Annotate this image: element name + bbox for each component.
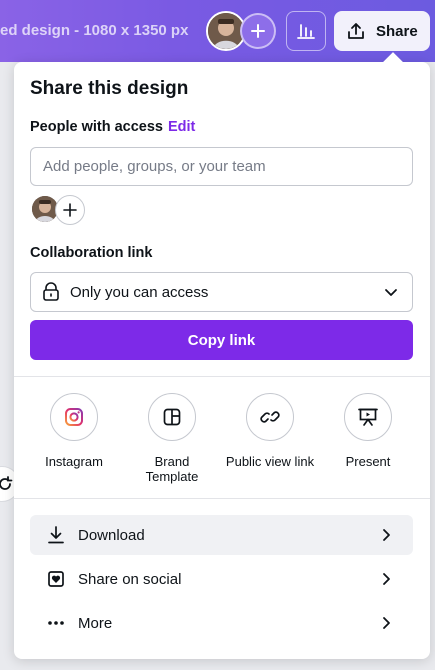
share-option-brand-template[interactable]: Brand Template [127, 393, 217, 484]
share-option-label: Public view link [225, 454, 315, 469]
present-icon-button[interactable] [344, 393, 392, 441]
plus-icon [63, 203, 77, 217]
avatar-icon [208, 13, 244, 49]
share-option-label: Brand Template [145, 454, 199, 484]
add-people-input[interactable] [30, 147, 413, 186]
chevron-right-icon [383, 617, 390, 629]
panel-title: Share this design [30, 78, 189, 99]
link-icon-button[interactable] [246, 393, 294, 441]
more-icon [48, 621, 64, 625]
bar-chart-icon [297, 24, 315, 39]
link-access-value: Only you can access [70, 283, 209, 301]
download-icon [48, 526, 64, 544]
instagram-icon [65, 408, 83, 426]
share-option-label: Instagram [45, 454, 103, 469]
link-icon [260, 411, 280, 423]
template-icon [163, 408, 181, 426]
share-option-instagram[interactable]: Instagram [29, 393, 119, 469]
divider [14, 376, 430, 377]
chevron-down-icon [385, 289, 397, 296]
share-option-public-view-link[interactable]: Public view link [225, 393, 315, 469]
divider [14, 498, 430, 499]
insights-button[interactable] [286, 11, 326, 51]
share-panel: Share this design People with access Edi… [14, 52, 430, 659]
chevron-right-icon [383, 529, 390, 541]
refresh-icon [0, 476, 13, 490]
add-collaborator-small-button[interactable] [55, 195, 85, 225]
document-title[interactable]: ed design - 1080 x 1350 px [0, 22, 188, 39]
instagram-icon-button[interactable] [50, 393, 98, 441]
share-option-label: Present [345, 454, 391, 469]
heart-icon [48, 571, 64, 587]
download-row[interactable]: Download [30, 515, 413, 555]
share-button[interactable]: Share [334, 11, 430, 51]
upload-icon [348, 23, 364, 39]
share-on-social-row[interactable]: Share on social [30, 559, 413, 599]
top-bar: ed design - 1080 x 1350 px Share [0, 0, 435, 62]
link-access-dropdown[interactable]: Only you can access [30, 272, 413, 312]
template-icon-button[interactable] [148, 393, 196, 441]
edit-access-link[interactable]: Edit [168, 119, 195, 135]
copy-link-button[interactable]: Copy link [30, 320, 413, 360]
add-collaborator-button[interactable] [240, 13, 276, 49]
more-row[interactable]: More [30, 603, 413, 643]
more-label: More [78, 614, 113, 632]
collaboration-link-label: Collaboration link [30, 245, 153, 261]
lock-icon [43, 282, 59, 301]
chevron-right-icon [383, 573, 390, 585]
share-on-social-label: Share on social [78, 570, 182, 588]
plus-icon [251, 24, 265, 38]
share-option-present[interactable]: Present [323, 393, 413, 469]
download-label: Download [78, 526, 145, 544]
share-button-label: Share [376, 22, 418, 40]
people-with-access-label: People with access [30, 119, 163, 135]
present-icon [358, 408, 378, 426]
